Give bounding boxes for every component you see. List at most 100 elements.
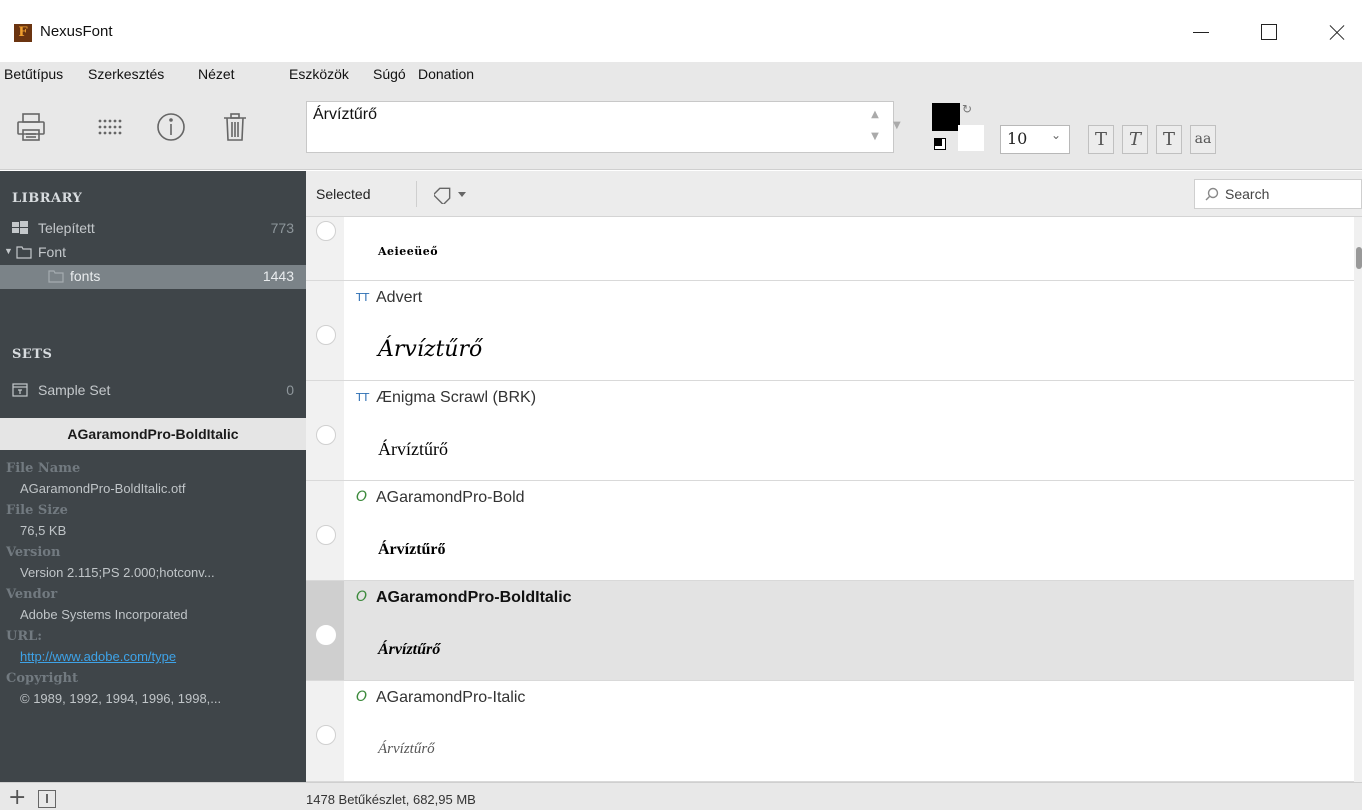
font-name: AGaramondPro-BoldItalic: [376, 589, 572, 606]
info-key: File Size: [6, 503, 68, 518]
sidebar-item-font[interactable]: ▼ Font: [0, 241, 306, 265]
row-select-checkbox[interactable]: [316, 525, 336, 545]
app-logo-icon: F: [14, 24, 32, 42]
sample-text-input[interactable]: Árvíztűrő: [306, 101, 894, 153]
tag-icon[interactable]: [432, 184, 468, 206]
info-value-file-size: 76,5 KB: [20, 523, 67, 538]
info-value-file-name: AGaramondPro-BoldItalic.otf: [20, 481, 186, 496]
status-bar: + 1478 Betűkészlet, 682,95 MB: [0, 782, 1362, 810]
chevron-down-icon: ⌄: [1050, 128, 1061, 142]
font-sample: Aeieeüeő: [378, 245, 439, 258]
truetype-icon: TT: [356, 291, 370, 304]
swap-colors-icon[interactable]: ↻: [962, 102, 972, 116]
menu-eszkozok[interactable]: Eszközök: [289, 66, 349, 82]
add-icon[interactable]: +: [8, 787, 26, 809]
minimize-button[interactable]: [1176, 14, 1226, 50]
opentype-icon: O: [356, 689, 368, 705]
sidebar-item-fonts[interactable]: fonts 1443: [0, 265, 306, 289]
content-toolbar: Selected Search: [306, 171, 1362, 217]
sample-scroll-arrows[interactable]: ▲ ▼: [862, 104, 888, 150]
set-icon: [12, 383, 28, 397]
row-select-checkbox[interactable]: [316, 625, 336, 645]
trash-icon[interactable]: [218, 110, 252, 144]
row-select-checkbox[interactable]: [316, 725, 336, 745]
vertical-scrollbar[interactable]: [1354, 217, 1362, 782]
info-key: Copyright: [6, 671, 78, 686]
grid-view-icon[interactable]: [92, 110, 126, 144]
search-placeholder: Search: [1225, 186, 1270, 202]
italic-style-button[interactable]: T: [1122, 125, 1148, 154]
menu-betutipus[interactable]: Betűtípus: [4, 66, 63, 82]
sidebar-item-label: Sample Set: [38, 382, 111, 398]
info-value-copyright: © 1989, 1992, 1994, 1996, 1998,...: [20, 691, 222, 706]
row-select-checkbox[interactable]: [316, 425, 336, 445]
regular-style-button[interactable]: T: [1156, 125, 1182, 154]
print-icon[interactable]: [14, 110, 48, 144]
sidebar-item-count: 773: [270, 220, 294, 236]
font-row[interactable]: TT Advert Árvíztűrő: [306, 281, 1354, 381]
case-toggle-button[interactable]: aa: [1190, 125, 1216, 154]
font-name: AGaramondPro-Italic: [376, 689, 526, 706]
font-sample: Árvíztűrő: [378, 337, 483, 362]
bold-style-button[interactable]: T: [1088, 125, 1114, 154]
info-value-version: Version 2.115;PS 2.000;hotconv...: [20, 565, 215, 580]
toolbar: Árvíztűrő ▲ ▼ ▼ ↻ 10 ⌄ T T T aa: [0, 90, 1362, 170]
selected-filter-button[interactable]: Selected: [316, 186, 370, 202]
row-select-checkbox[interactable]: [316, 325, 336, 345]
sample-dropdown-icon[interactable]: ▼: [893, 120, 901, 131]
window-title: NexusFont: [40, 23, 113, 40]
font-row[interactable]: O AGaramondPro-Italic Árvíztűrő: [306, 681, 1354, 782]
font-row[interactable]: O AGaramondPro-Bold Árvíztűrő: [306, 481, 1354, 581]
font-sample: Árvíztűrő: [378, 541, 446, 558]
close-button[interactable]: [1312, 14, 1362, 50]
scrollbar-thumb[interactable]: [1356, 247, 1362, 269]
folder-icon: [16, 246, 32, 259]
sidebar-item-count: 0: [286, 382, 294, 398]
font-sample: Árvíztűrő: [378, 641, 441, 658]
sidebar-item-label: Telepített: [38, 220, 95, 236]
maximize-button[interactable]: [1244, 14, 1294, 50]
font-row[interactable]: TT Ænigma Scrawl (BRK) Árvíztűrő: [306, 381, 1354, 481]
menu-szerkesztes[interactable]: Szerkesztés: [88, 66, 164, 82]
font-name: AGaramondPro-Bold: [376, 489, 525, 506]
opentype-icon: O: [356, 589, 368, 605]
font-info-title: AGaramondPro-BoldItalic: [0, 418, 306, 450]
reset-colors-icon[interactable]: [934, 138, 946, 150]
divider: [416, 181, 417, 207]
menu-nezet[interactable]: Nézet: [198, 66, 235, 82]
menu-sugo[interactable]: Súgó: [373, 66, 406, 82]
background-color-swatch[interactable]: [958, 125, 984, 151]
menu-donation[interactable]: Donation: [418, 66, 474, 82]
font-row[interactable]: Aeieeüeő: [306, 217, 1354, 281]
title-bar: F NexusFont: [0, 0, 1362, 62]
font-size-value: 10: [1007, 129, 1028, 148]
info-key: URL:: [6, 629, 43, 644]
sidebar-item-label: fonts: [70, 268, 101, 284]
sidebar-item-telepitett[interactable]: Telepített 773: [0, 217, 306, 241]
sidebar-item-sample-set[interactable]: Sample Set 0: [0, 379, 306, 403]
font-list: Aeieeüeő TT Advert Árvíztűrő TT Ænigma S…: [306, 217, 1354, 782]
expand-arrow-icon[interactable]: ▼: [4, 246, 13, 256]
font-name: Ænigma Scrawl (BRK): [376, 389, 537, 406]
truetype-icon: TT: [356, 391, 370, 404]
import-icon[interactable]: [38, 790, 56, 808]
font-size-select[interactable]: 10 ⌄: [1000, 125, 1070, 154]
library-heading: LIBRARY: [12, 191, 83, 206]
menu-bar: Betűtípus Szerkesztés Nézet Eszközök Súg…: [0, 62, 1362, 90]
row-select-checkbox[interactable]: [316, 221, 336, 241]
info-key: Version: [6, 545, 61, 560]
status-text: 1478 Betűkészlet, 682,95 MB: [306, 792, 476, 807]
folder-icon: [48, 270, 64, 283]
font-sample: Árvíztűrő: [378, 439, 448, 459]
info-key: File Name: [6, 461, 81, 476]
sidebar-item-label: Font: [38, 244, 67, 260]
windows-icon: [12, 221, 28, 234]
foreground-color-swatch[interactable]: [932, 103, 960, 131]
info-value-url-link[interactable]: http://www.adobe.com/type: [20, 649, 304, 664]
font-row-selected[interactable]: O AGaramondPro-BoldItalic Árvíztűrő: [306, 581, 1354, 681]
sidebar: LIBRARY Telepített 773 ▼ Font fonts 1443…: [0, 171, 306, 782]
font-name: Advert: [376, 289, 423, 306]
search-input[interactable]: Search: [1194, 179, 1362, 209]
info-value-vendor: Adobe Systems Incorporated: [20, 607, 188, 622]
info-icon[interactable]: [154, 110, 188, 144]
